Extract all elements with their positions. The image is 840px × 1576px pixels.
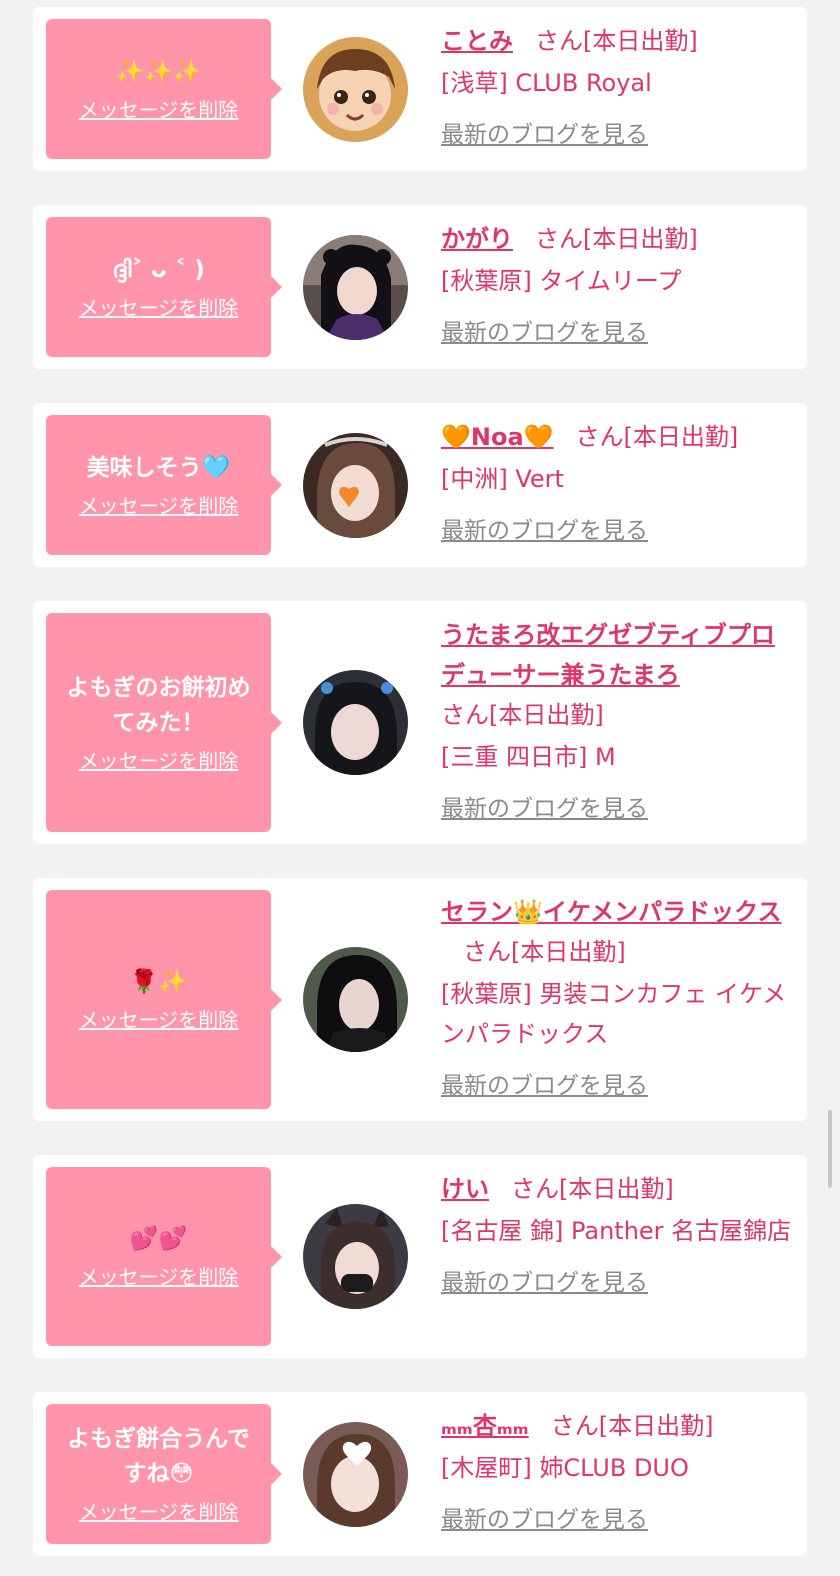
cast-avatar[interactable] [303, 37, 408, 142]
message-text: 美味しそう🩵 [86, 454, 231, 481]
cast-name-link[interactable]: ₘₘ杏ₘₘ [441, 1412, 529, 1440]
latest-blog-link[interactable]: 最新のブログを見る [441, 1066, 795, 1106]
avatar-photo-icon [303, 947, 408, 1052]
latest-blog-link[interactable]: 最新のブログを見る [441, 313, 795, 353]
message-list: ✨✨✨ メッセージを削除 ことみ さん[本日出勤] [浅草] CLUB Royal… [0, 0, 840, 1576]
delete-message-link[interactable]: メッセージを削除 [79, 747, 239, 775]
shop-name: [三重 四日市] M [441, 743, 616, 771]
shop-name: [木屋町] 姉CLUB DUO [441, 1454, 689, 1482]
cast-avatar[interactable] [303, 1204, 408, 1309]
cast-info: 🧡Noa🧡 さん[本日出勤] [中洲] Vert 最新のブログを見る [441, 417, 795, 551]
cast-info: うたまろ改エグゼブティブプロデューサー兼うたまろさん[本日出勤] [三重 四日市… [441, 615, 795, 829]
avatar-photo-icon [303, 235, 408, 340]
latest-blog-link[interactable]: 最新のブログを見る [441, 1263, 795, 1303]
cast-info: かがり さん[本日出勤] [秋葉原] タイムリープ 最新のブログを見る [441, 219, 795, 353]
latest-blog-link[interactable]: 最新のブログを見る [441, 115, 795, 155]
message-text: 🌹✨ [129, 969, 188, 995]
shop-name: [浅草] CLUB Royal [441, 69, 652, 97]
cast-name-link[interactable]: 🧡Noa🧡 [441, 423, 554, 451]
message-bubble: 美味しそう🩵 メッセージを削除 [46, 415, 282, 555]
cast-status: さん[本日出勤] [463, 938, 626, 966]
cast-info: ₘₘ杏ₘₘ さん[本日出勤] [木屋町] 姉CLUB DUO 最新のブログを見る [441, 1406, 795, 1540]
cast-status: さん[本日出勤] [550, 1412, 714, 1440]
message-text: ദ്ദി˃ ᴗ ˂ ) [112, 256, 205, 283]
avatar-photo-icon [303, 433, 408, 538]
message-bubble: 💕💕 メッセージを削除 [46, 1167, 282, 1346]
cast-status: さん[本日出勤] [535, 225, 698, 253]
message-bubble: ✨✨✨ メッセージを削除 [46, 19, 282, 159]
delete-message-link[interactable]: メッセージを削除 [79, 1006, 239, 1034]
delete-message-link[interactable]: メッセージを削除 [79, 1263, 239, 1291]
latest-blog-link[interactable]: 最新のブログを見る [441, 789, 795, 829]
delete-message-link[interactable]: メッセージを削除 [79, 96, 239, 124]
avatar-illustration-icon [303, 37, 408, 142]
message-text: よもぎ餅合うんですね😳 [67, 1426, 250, 1487]
message-bubble: よもぎ餅合うんですね😳 メッセージを削除 [46, 1404, 282, 1544]
avatar-photo-icon [303, 1204, 408, 1309]
shop-name: [秋葉原] 男装コンカフェ イケメンパラドックス [441, 980, 787, 1048]
shop-name: [秋葉原] タイムリープ [441, 267, 682, 295]
cast-status: さん[本日出勤] [535, 27, 698, 55]
message-card: 🌹✨ メッセージを削除 セラン👑イケメンパラドックスさん[本日出勤] [秋葉原]… [33, 878, 807, 1121]
cast-avatar[interactable] [303, 433, 408, 538]
cast-status: さん[本日出勤] [441, 701, 604, 729]
avatar-photo-icon [303, 670, 408, 775]
message-text: ✨✨✨ [115, 58, 202, 85]
cast-name-link[interactable]: セラン👑イケメンパラドックス [441, 898, 781, 926]
cast-avatar[interactable] [303, 670, 408, 775]
delete-message-link[interactable]: メッセージを削除 [79, 492, 239, 520]
message-text: よもぎのお餅初めてみた！ [66, 674, 251, 736]
cast-avatar[interactable] [303, 235, 408, 340]
cast-status: さん[本日出勤] [575, 423, 739, 451]
message-card: ✨✨✨ メッセージを削除 ことみ さん[本日出勤] [浅草] CLUB Royal… [33, 7, 807, 171]
message-card: 💕💕 メッセージを削除 けい さん[本日出勤] [名古屋 錦] Panther 名… [33, 1155, 807, 1358]
cast-info: ことみ さん[本日出勤] [浅草] CLUB Royal 最新のブログを見る [441, 21, 795, 155]
delete-message-link[interactable]: メッセージを削除 [79, 1498, 239, 1526]
cast-avatar[interactable] [303, 1422, 408, 1527]
message-card: ദ്ദി˃ ᴗ ˂ ) メッセージを削除 かがり さん[本日出勤] [秋葉原] タ… [33, 205, 807, 369]
cast-avatar[interactable] [303, 947, 408, 1052]
message-card: 美味しそう🩵 メッセージを削除 🧡Noa🧡 さん[本日出勤] [中洲] Vert … [33, 403, 807, 567]
avatar-photo-icon [303, 1422, 408, 1527]
message-card: よもぎのお餅初めてみた！ メッセージを削除 うたまろ改エグゼブティブプロデューサ… [33, 601, 807, 844]
message-bubble: ദ്ദി˃ ᴗ ˂ ) メッセージを削除 [46, 217, 282, 357]
cast-status: さん[本日出勤] [511, 1175, 674, 1203]
latest-blog-link[interactable]: 最新のブログを見る [441, 1500, 795, 1540]
cast-name-link[interactable]: うたまろ改エグゼブティブプロデューサー兼うたまろ [441, 621, 775, 689]
delete-message-link[interactable]: メッセージを削除 [79, 294, 239, 322]
cast-name-link[interactable]: けい [441, 1175, 489, 1203]
message-bubble: よもぎのお餅初めてみた！ メッセージを削除 [46, 613, 282, 832]
cast-info: セラン👑イケメンパラドックスさん[本日出勤] [秋葉原] 男装コンカフェ イケメ… [441, 892, 795, 1106]
cast-name-link[interactable]: かがり [441, 225, 513, 253]
cast-name-link[interactable]: ことみ [441, 27, 513, 55]
shop-name: [中洲] Vert [441, 465, 564, 493]
message-bubble: 🌹✨ メッセージを削除 [46, 890, 282, 1109]
cast-info: けい さん[本日出勤] [名古屋 錦] Panther 名古屋錦店 最新のブログを… [441, 1169, 795, 1303]
scrollbar[interactable] [828, 1110, 832, 1188]
message-card: よもぎ餅合うんですね😳 メッセージを削除 ₘₘ杏ₘₘ さん[本日出勤] [木屋町]… [33, 1392, 807, 1556]
shop-name: [名古屋 錦] Panther 名古屋錦店 [441, 1217, 792, 1245]
latest-blog-link[interactable]: 最新のブログを見る [441, 511, 795, 551]
message-text: 💕💕 [129, 1226, 188, 1252]
